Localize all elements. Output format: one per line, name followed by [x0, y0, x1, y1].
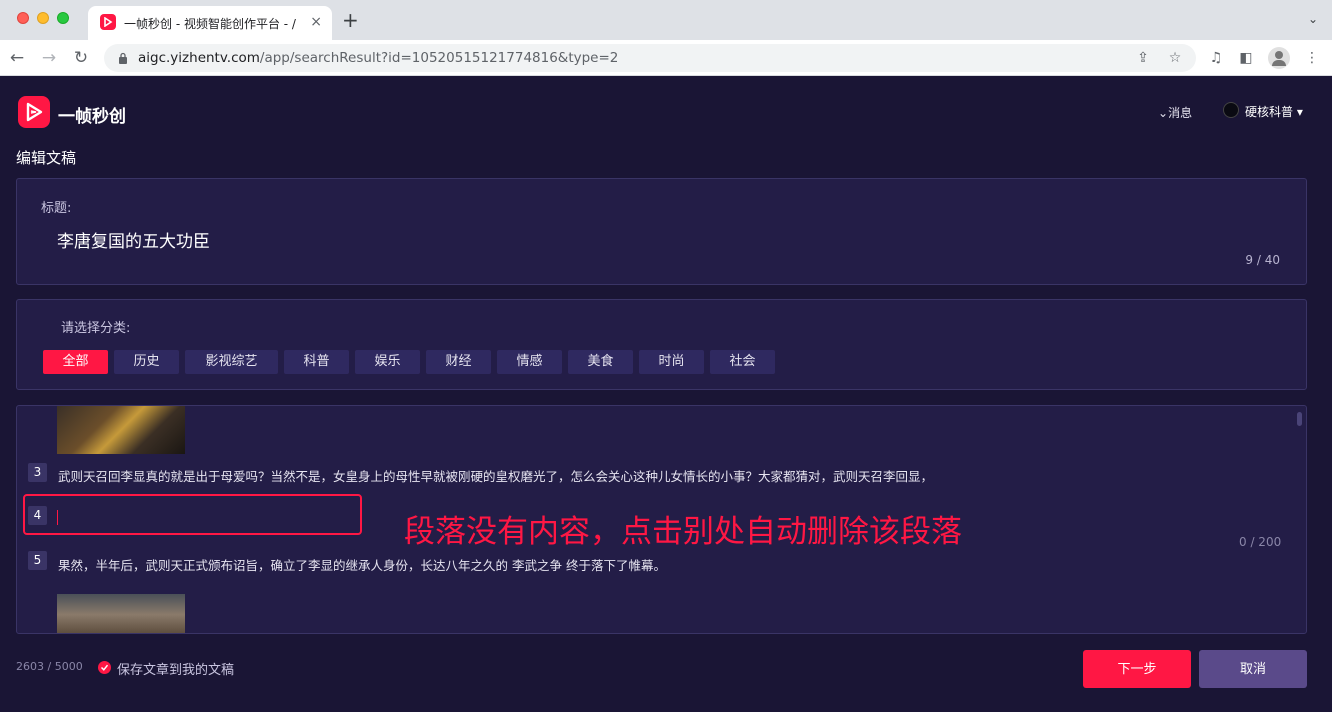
empty-paragraph-highlight [23, 494, 362, 535]
text-caret[interactable] [57, 510, 58, 525]
browser-tab[interactable]: 一帧秒创 - 视频智能创作平台 - / × [88, 6, 332, 40]
bookmark-star-icon[interactable]: ☆ [1166, 49, 1184, 67]
more-menu-icon[interactable]: ⋮ [1302, 49, 1322, 67]
profile-avatar-icon[interactable] [1268, 47, 1290, 69]
total-char-count: 2603 / 5000 [16, 660, 83, 673]
category-chip-food[interactable]: 美食 [568, 350, 633, 374]
app-root: 一帧秒创 ⌄消息 硬核科普 ▾ 编辑文稿 标题: 李唐复国的五大功臣 9 / 4… [0, 76, 1332, 712]
user-name: 硬核科普 [1245, 105, 1294, 119]
next-step-button[interactable]: 下一步 [1083, 650, 1191, 688]
paragraph-char-count: 0 / 200 [1239, 535, 1282, 549]
category-chip-entertainment[interactable]: 娱乐 [355, 350, 420, 374]
tab-title: 一帧秒创 - 视频智能创作平台 - / [124, 17, 296, 31]
category-chip-fashion[interactable]: 时尚 [639, 350, 704, 374]
title-panel: 标题: 李唐复国的五大功臣 9 / 40 [16, 178, 1307, 285]
media-control-icon[interactable]: ♫ [1206, 49, 1226, 67]
browser-tab-bar: 一帧秒创 - 视频智能创作平台 - / × + ⌄ [0, 0, 1332, 40]
category-chip-emotion[interactable]: 情感 [497, 350, 562, 374]
page-title: 编辑文稿 [16, 149, 77, 167]
favicon-icon [100, 14, 116, 30]
window-maximize-icon[interactable] [57, 12, 69, 24]
category-chip-society[interactable]: 社会 [710, 350, 775, 374]
window-close-icon[interactable] [17, 12, 29, 24]
paragraph-number: 3 [28, 463, 47, 482]
new-tab-icon[interactable]: + [342, 9, 359, 31]
title-input[interactable]: 李唐复国的五大功臣 [57, 227, 210, 252]
cancel-button[interactable]: 取消 [1199, 650, 1307, 688]
url-host: aigc.yizhentv.com [138, 50, 260, 66]
user-avatar[interactable] [1223, 102, 1239, 118]
paragraph-number: 4 [28, 506, 47, 525]
messages-link[interactable]: ⌄消息 [1158, 104, 1192, 121]
share-icon[interactable]: ⇪ [1134, 49, 1152, 67]
url-text: aigc.yizhentv.com/app/searchResult?id=10… [138, 50, 618, 66]
forward-arrow-icon[interactable]: → [38, 47, 60, 69]
url-path: /app/searchResult?id=10520515121774816&t… [259, 50, 619, 66]
category-chip-film-tv[interactable]: 影视综艺 [185, 350, 278, 374]
browser-toolbar: ← → ↻ aigc.yizhentv.com/app/searchResult… [0, 40, 1332, 76]
lock-icon [119, 52, 127, 64]
category-chip-science[interactable]: 科普 [284, 350, 349, 374]
reload-icon[interactable]: ↻ [70, 47, 92, 69]
paragraph-text[interactable]: 武则天召回李显真的就是出于母爱吗？当然不是，女皇身上的母性早就被刚硬的皇权磨光了… [58, 466, 933, 485]
check-icon[interactable] [98, 661, 111, 674]
paragraph-image[interactable] [57, 594, 185, 633]
messages-label: 消息 [1168, 106, 1193, 120]
paragraph-number: 5 [28, 551, 47, 570]
address-bar[interactable]: aigc.yizhentv.com/app/searchResult?id=10… [104, 44, 1196, 72]
window-minimize-icon[interactable] [37, 12, 49, 24]
scrollbar[interactable] [1297, 412, 1302, 426]
brand-logo-icon[interactable] [18, 96, 50, 128]
category-label: 请选择分类: [61, 321, 131, 336]
category-chip-finance[interactable]: 财经 [426, 350, 491, 374]
tab-search-chevron-icon[interactable]: ⌄ [1308, 12, 1318, 26]
category-chip-all[interactable]: 全部 [43, 350, 108, 374]
annotation-text: 段落没有内容，点击别处自动删除该段落 [404, 514, 962, 550]
back-arrow-icon[interactable]: ← [6, 47, 28, 69]
title-char-count: 9 / 40 [1245, 253, 1280, 267]
paragraph-image[interactable] [57, 406, 185, 454]
brand-name: 一帧秒创 [58, 107, 126, 127]
category-chip-history[interactable]: 历史 [114, 350, 179, 374]
category-panel: 请选择分类: 全部 历史 影视综艺 科普 娱乐 财经 情感 美食 时尚 社会 [16, 299, 1307, 390]
save-to-drafts-label[interactable]: 保存文章到我的文稿 [117, 659, 234, 678]
title-label: 标题: [41, 201, 72, 216]
tab-close-icon[interactable]: × [310, 14, 322, 30]
side-panel-icon[interactable]: ◧ [1236, 49, 1256, 67]
content-editor: 3 武则天召回李显真的就是出于母爱吗？当然不是，女皇身上的母性早就被刚硬的皇权磨… [16, 405, 1307, 634]
paragraph-text[interactable]: 果然，半年后，武则天正式颁布诏旨，确立了李显的继承人身份，长达八年之久的 李武之… [58, 555, 666, 574]
user-menu[interactable]: 硬核科普 ▾ [1245, 103, 1303, 120]
